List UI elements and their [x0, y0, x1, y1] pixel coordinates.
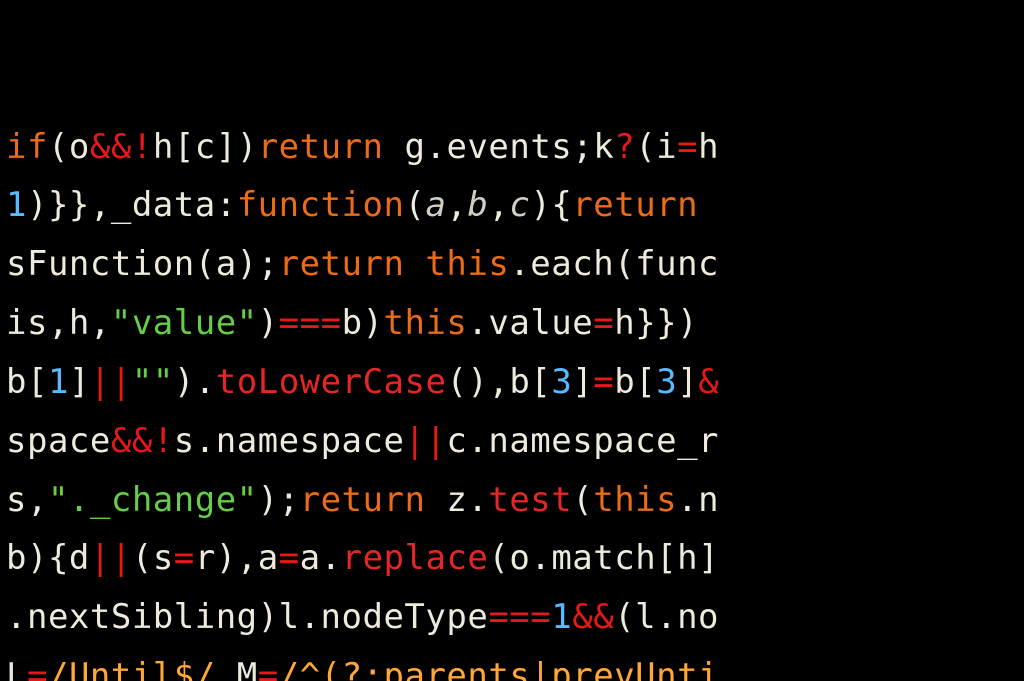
code-token-num: 1 [551, 597, 572, 637]
code-line: L=/Until$/,M=/^(?:parents|prevUnti [0, 647, 1024, 681]
code-token-op: === [279, 303, 342, 343]
code-token-punc: ,M [216, 656, 258, 681]
code-token-punc: b[ [6, 362, 48, 402]
code-token-punc: .each(func [509, 244, 719, 284]
code-token-punc: ). [174, 362, 216, 402]
code-token-param: c [509, 185, 530, 225]
code-token-punc: s.namespace [174, 421, 405, 461]
code-token-op: || [90, 538, 132, 578]
code-token-op: === [488, 597, 551, 637]
code-token-punc: c.namespace_r [446, 421, 719, 461]
code-line: b[1]||"").toLowerCase(),b[3]=b[3]& [0, 353, 1024, 412]
code-token-punc: h}}) [614, 303, 698, 343]
code-token-str: "value" [111, 303, 258, 343]
code-token-kw: this [593, 480, 677, 520]
code-token-kw: this [384, 303, 468, 343]
code-token-punc: , [446, 185, 467, 225]
code-token-op: = [279, 538, 300, 578]
code-token-op: && [90, 127, 132, 167]
code-token-op: && [111, 421, 153, 461]
code-token-punc: b[ [614, 362, 656, 402]
code-token-punc: ] [69, 362, 90, 402]
code-token-op: || [90, 362, 132, 402]
code-token-op: = [593, 303, 614, 343]
code-token-punc: (i [635, 127, 677, 167]
code-token-punc: z. [425, 480, 488, 520]
code-token-kw: function [237, 185, 405, 225]
code-token-num: 3 [551, 362, 572, 402]
code-lines: if(o&&!h[c])return g.events;k?(i=h1)}},_… [0, 118, 1024, 681]
code-token-op: ! [132, 127, 153, 167]
code-token-punc: h[c]) [153, 127, 258, 167]
code-line: space&&!s.namespace||c.namespace_r [0, 412, 1024, 471]
code-token-punc: .nextSibling)l.nodeType [6, 597, 488, 637]
code-token-op: = [174, 538, 195, 578]
code-line: 1)}},_data:function(a,b,c){return [0, 176, 1024, 235]
code-token-punc: space [6, 421, 111, 461]
code-token-regex: /Until$/ [48, 656, 216, 681]
code-token-str: "._change" [48, 480, 258, 520]
code-token-punc: b){d [6, 538, 90, 578]
code-token-param: b [467, 185, 488, 225]
code-token-fn: replace [342, 538, 489, 578]
code-token-op: ? [614, 127, 635, 167]
code-token-punc: ); [258, 480, 300, 520]
code-token-num: 3 [656, 362, 677, 402]
code-line: s,"._change");return z.test(this.n [0, 471, 1024, 530]
code-token-punc: ( [572, 480, 593, 520]
code-token-punc: sFunction(a); [6, 244, 279, 284]
code-token-param: a [425, 185, 446, 225]
code-token-punc: (s [132, 538, 174, 578]
code-token-kw: return [300, 480, 426, 520]
code-token-kw: return [258, 127, 384, 167]
code-token-punc: , [488, 185, 509, 225]
code-line: b){d||(s=r),a=a.replace(o.match[h] [0, 529, 1024, 588]
code-token-kw: this [425, 244, 509, 284]
code-token-punc: is,h, [6, 303, 111, 343]
code-line: sFunction(a);return this.each(func [0, 235, 1024, 294]
code-token-op: = [677, 127, 698, 167]
code-token-op: = [27, 656, 48, 681]
code-token-punc: L [6, 656, 27, 681]
code-token-punc: ) [258, 303, 279, 343]
code-token-punc: ] [572, 362, 593, 402]
code-token-op: = [593, 362, 614, 402]
code-token-punc: .n [677, 480, 719, 520]
code-token-kw: if [6, 127, 48, 167]
code-token-kw: return [279, 244, 405, 284]
code-token-num: 1 [48, 362, 69, 402]
code-token-punc: (l.no [614, 597, 719, 637]
code-token-op: = [258, 656, 279, 681]
code-line: if(o&&!h[c])return g.events;k?(i=h [0, 118, 1024, 177]
code-token-punc: r),a [195, 538, 279, 578]
code-token-punc: (o.match[h] [488, 538, 719, 578]
code-token-punc: (),b[ [446, 362, 551, 402]
code-token-punc: )}},_data: [27, 185, 237, 225]
code-token-punc: s, [6, 480, 48, 520]
code-line: is,h,"value")===b)this.value=h}}) [0, 294, 1024, 353]
code-token-punc: g.events;k [384, 127, 615, 167]
code-token-op: & [698, 362, 719, 402]
code-token-str: "" [132, 362, 174, 402]
code-token-op: && [572, 597, 614, 637]
code-token-punc: ){ [530, 185, 572, 225]
code-token-op: || [404, 421, 446, 461]
code-token-punc [404, 244, 425, 284]
code-token-punc: ] [677, 362, 698, 402]
code-token-op: ! [153, 421, 174, 461]
code-token-fn: toLowerCase [216, 362, 447, 402]
code-line: .nextSibling)l.nodeType===1&&(l.no [0, 588, 1024, 647]
code-token-kw: return [572, 185, 698, 225]
code-token-punc: h [698, 127, 719, 167]
code-token-punc: ( [404, 185, 425, 225]
code-token-punc: b) [342, 303, 384, 343]
code-token-punc: a. [300, 538, 342, 578]
code-token-punc: .value [467, 303, 593, 343]
code-token-num: 1 [6, 185, 27, 225]
code-token-punc: (o [48, 127, 90, 167]
code-token-regex: /^(?:parents|prevUnti [279, 656, 719, 681]
code-token-fn: test [488, 480, 572, 520]
code-viewport: if(o&&!h[c])return g.events;k?(i=h1)}},_… [0, 0, 1024, 681]
